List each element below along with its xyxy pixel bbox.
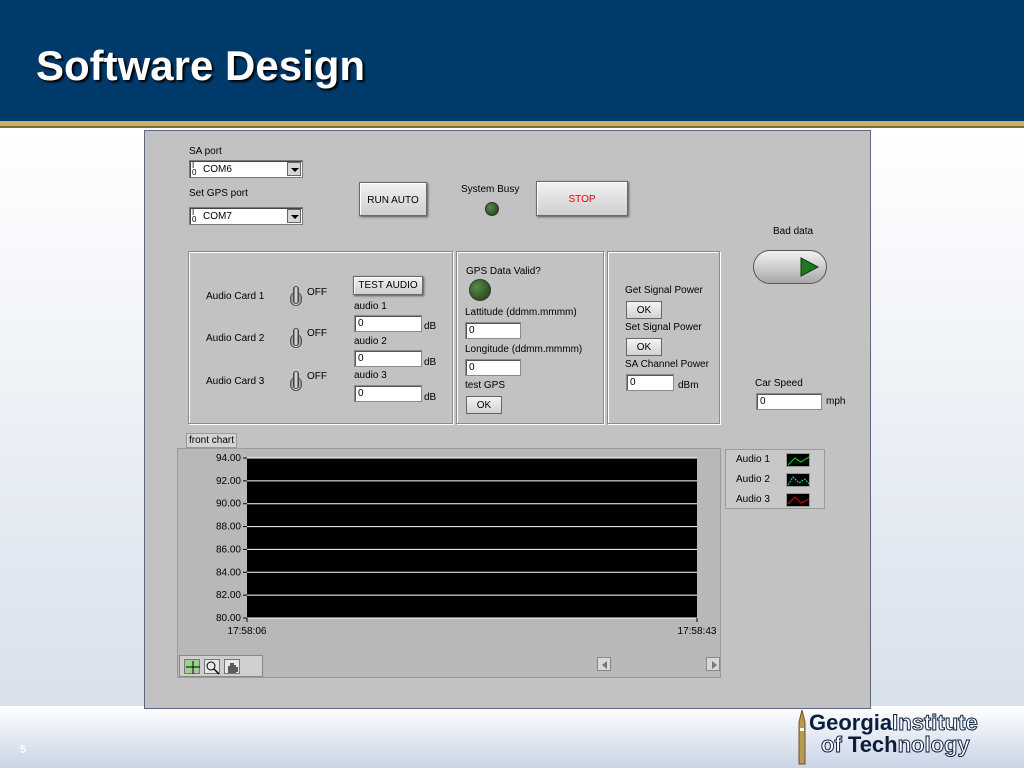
gps-valid-label: GPS Data Valid? (466, 266, 541, 277)
audio-3-unit: dB (424, 392, 437, 403)
graph-palette (179, 655, 263, 677)
sa-port-select[interactable]: I0 COM6 (189, 160, 303, 178)
signal-power-section (607, 251, 720, 424)
audio-card-1-state: OFF (307, 287, 327, 298)
set-signal-ok-button[interactable]: OK (626, 338, 662, 356)
y-tick-label: 94.00 (216, 453, 241, 464)
test-audio-button[interactable]: TEST AUDIO (353, 276, 423, 295)
y-tick-label: 80.00 (216, 613, 241, 624)
y-tick-label: 86.00 (216, 544, 241, 555)
audio-2-label: audio 2 (354, 336, 387, 347)
bad-data-label: Bad data (773, 226, 814, 237)
audio-card-2-toggle[interactable] (290, 328, 302, 352)
audio-card-2-state: OFF (307, 328, 327, 339)
legend-label-audio-1: Audio 1 (736, 454, 770, 465)
io-icon: I0 (192, 208, 197, 224)
car-speed-unit: mph (826, 396, 846, 407)
audio-2-value: 0 (354, 350, 422, 367)
audio-1-label: audio 1 (354, 301, 387, 312)
io-icon: I0 (192, 161, 197, 177)
audio-card-3-label: Audio Card 3 (206, 376, 265, 387)
y-tick-label: 90.00 (216, 499, 241, 510)
channel-power-value: 0 (626, 374, 674, 391)
audio-1-unit: dB (424, 321, 437, 332)
set-signal-label: Set Signal Power (625, 322, 702, 333)
bad-data-indicator (753, 250, 827, 284)
legend-label-audio-3: Audio 3 (736, 494, 770, 505)
system-busy-label: System Busy (461, 184, 520, 195)
latitude-label: Lattitude (ddmm.mmmm) (465, 307, 577, 318)
scroll-left-icon[interactable] (597, 657, 611, 671)
georgia-tech-logo: GeorgiaInstitute of Technology (795, 708, 1024, 766)
longitude-label: Longitude (ddmm.mmmm) (465, 344, 583, 355)
y-tick-label: 84.00 (216, 567, 241, 578)
run-auto-button[interactable]: RUN AUTO (359, 182, 427, 216)
zoom-icon[interactable] (204, 659, 220, 675)
channel-power-unit: dBm (678, 380, 699, 391)
x-tick-label: 17:58:43 (678, 626, 717, 637)
latitude-value: 0 (465, 322, 521, 339)
audio-1-value: 0 (354, 315, 422, 332)
system-busy-led (485, 202, 499, 216)
front-chart: 94.00 92.00 90.00 88.00 86.00 84.00 82.00 80.00… (216, 453, 717, 637)
chart-legend: Audio 1 Audio 2 Audio 3 (725, 449, 825, 509)
labview-front-panel: SA port I0 COM6 Set GPS port I0 COM7 RUN… (144, 130, 871, 709)
sa-port-label: SA port (189, 146, 222, 157)
pan-hand-icon[interactable] (224, 659, 240, 674)
cursor-crosshair-icon[interactable] (184, 659, 200, 674)
audio-card-1-toggle[interactable] (290, 286, 302, 310)
audio-card-3-state: OFF (307, 371, 327, 382)
chevron-down-icon[interactable] (287, 209, 301, 223)
car-speed-label: Car Speed (755, 378, 803, 389)
legend-swatch-audio-2 (786, 473, 810, 487)
x-tick-label: 17:58:06 (228, 626, 267, 637)
audio-card-3-toggle[interactable] (290, 371, 302, 395)
legend-swatch-audio-3 (786, 493, 810, 507)
audio-3-label: audio 3 (354, 370, 387, 381)
test-gps-label: test GPS (465, 380, 506, 391)
test-gps-ok-button[interactable]: OK (466, 396, 502, 414)
logo-line2: of Technology (821, 732, 971, 758)
y-tick-label: 92.00 (216, 476, 241, 487)
play-icon (800, 257, 820, 277)
legend-label-audio-2: Audio 2 (736, 474, 770, 485)
get-signal-ok-button[interactable]: OK (626, 301, 662, 319)
gps-valid-led (469, 279, 491, 301)
channel-power-label: SA Channel Power (625, 359, 709, 370)
chevron-down-icon[interactable] (287, 162, 301, 176)
car-speed-value: 0 (756, 393, 822, 410)
gps-port-label: Set GPS port (189, 188, 248, 199)
audio-3-value: 0 (354, 385, 422, 402)
y-tick-label: 82.00 (216, 590, 241, 601)
page-number: 5 (20, 744, 27, 756)
audio-card-2-label: Audio Card 2 (206, 333, 265, 344)
tech-tower-icon (798, 709, 806, 765)
slide-title: Software Design (36, 42, 366, 89)
legend-swatch-audio-1 (786, 453, 810, 467)
plot-area (247, 458, 697, 618)
stop-button[interactable]: STOP (536, 181, 628, 216)
longitude-value: 0 (465, 359, 521, 376)
chart-label: front chart (186, 433, 238, 448)
y-tick-label: 88.00 (216, 522, 241, 533)
scroll-right-icon[interactable] (706, 657, 720, 671)
gps-port-select[interactable]: I0 COM7 (189, 207, 303, 225)
audio-card-1-label: Audio Card 1 (206, 291, 265, 302)
audio-2-unit: dB (424, 357, 437, 368)
get-signal-label: Get Signal Power (625, 285, 703, 296)
